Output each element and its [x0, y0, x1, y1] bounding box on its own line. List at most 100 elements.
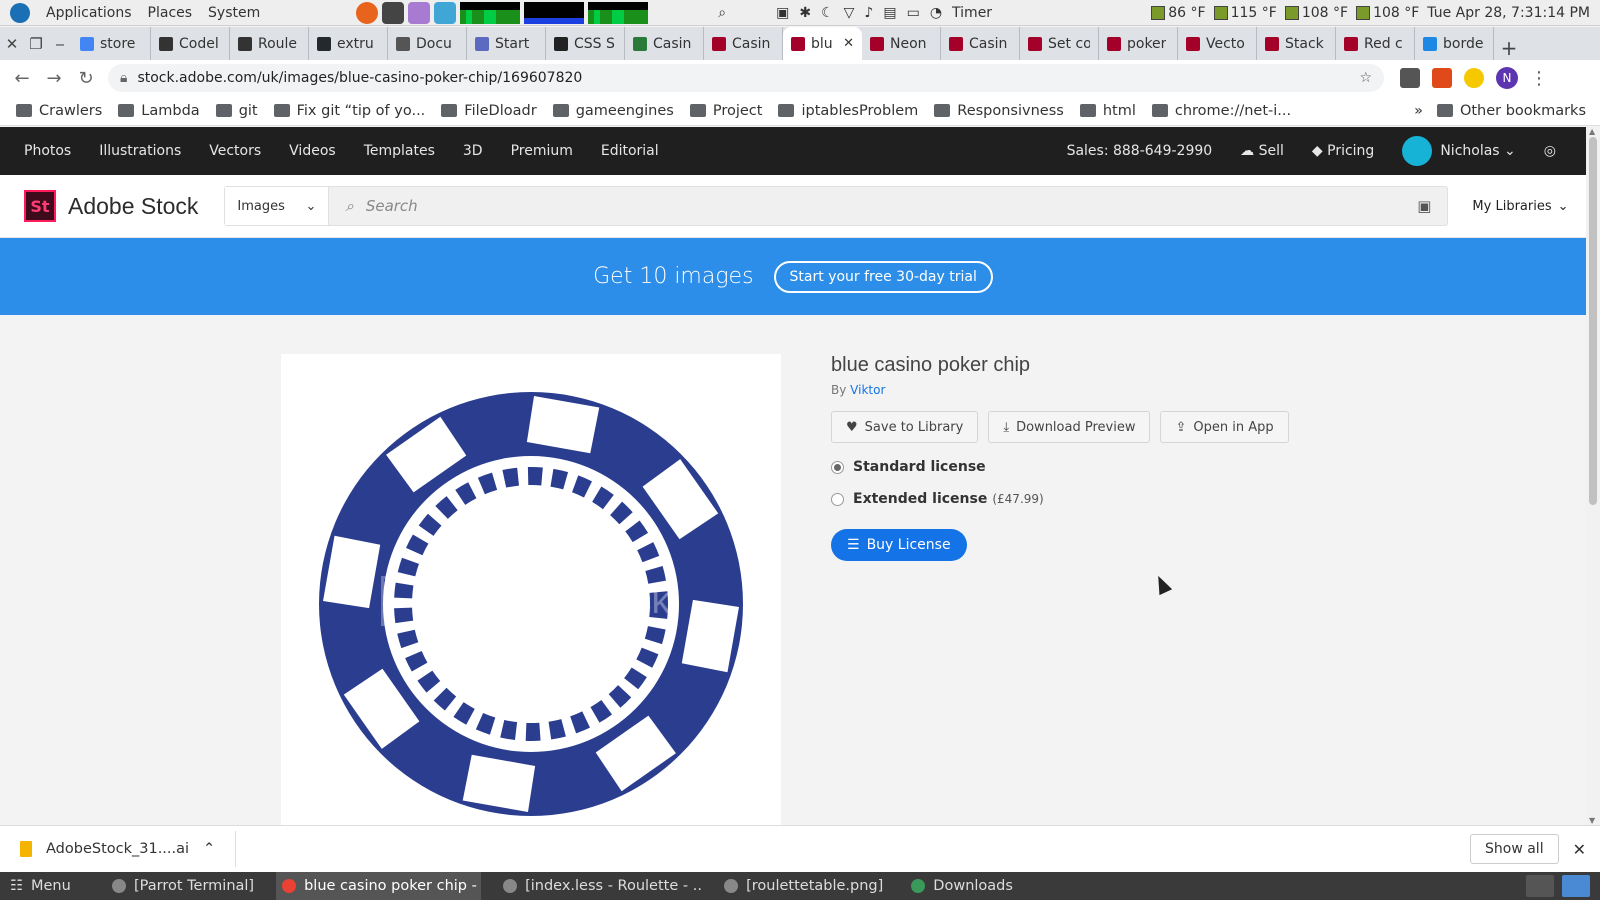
bookmark-item[interactable]: html	[1079, 103, 1136, 119]
close-shelf-icon[interactable]: ✕	[1573, 840, 1586, 859]
chevron-up-icon[interactable]: ⌃	[203, 841, 215, 857]
camera-search-icon[interactable]: ▣	[1417, 197, 1431, 215]
nav-vectors[interactable]: Vectors	[209, 143, 261, 159]
system-menu[interactable]: System	[208, 5, 260, 21]
back-icon[interactable]: ←	[6, 68, 38, 89]
page-scrollbar[interactable]: ▲ ▼	[1586, 127, 1600, 825]
display-icon[interactable]: ▭	[907, 5, 920, 21]
bookmark-item[interactable]: Crawlers	[16, 103, 102, 119]
workspace-1[interactable]	[1526, 875, 1554, 897]
standard-license-option[interactable]: Standard license	[831, 459, 1431, 475]
close-window-icon[interactable]: ✕	[0, 27, 24, 60]
open-in-app-button[interactable]: ⇪ Open in App	[1160, 411, 1289, 443]
scroll-down-icon[interactable]: ▼	[1589, 816, 1595, 825]
volume-icon[interactable]: ♪	[864, 5, 873, 21]
search-icon[interactable]: ⌕	[718, 5, 726, 21]
browser-tab[interactable]: Vecto	[1178, 27, 1257, 60]
browser-tab[interactable]: store	[72, 27, 151, 60]
taskbar-task[interactable]: [roulettetable.png]	[718, 872, 889, 900]
restore-window-icon[interactable]: ❐	[24, 27, 48, 60]
browser-tab[interactable]: Roule	[230, 27, 309, 60]
bookmark-item[interactable]: chrome://net-i...	[1151, 103, 1291, 119]
taskbar-task[interactable]: blue casino poker chip - ...	[276, 872, 482, 900]
extended-license-option[interactable]: Extended license (£47.99)	[831, 491, 1431, 507]
menu-dots-icon[interactable]: ⋮	[1530, 68, 1548, 89]
bookmark-item[interactable]: iptablesProblem	[778, 103, 918, 119]
office-extension-icon[interactable]	[1432, 68, 1452, 88]
taskbar-task[interactable]: [index.less - Roulette - ...	[497, 872, 702, 900]
browser-tab[interactable]: borde	[1415, 27, 1494, 60]
bookmark-item[interactable]: FileDloadr	[441, 103, 537, 119]
browser-tab[interactable]: Start	[467, 27, 546, 60]
browser-tab[interactable]: extru	[309, 27, 388, 60]
nav-3d[interactable]: 3D	[463, 143, 483, 159]
other-bookmarks[interactable]: Other bookmarks	[1436, 103, 1586, 119]
applications-menu[interactable]: Applications	[46, 5, 132, 21]
nav-premium[interactable]: Premium	[511, 143, 573, 159]
bookmark-item[interactable]: gameengines	[552, 103, 674, 119]
browser-tab[interactable]: poker	[1099, 27, 1178, 60]
minimize-window-icon[interactable]: ‒	[48, 27, 72, 60]
files-launcher-icon[interactable]	[434, 1, 457, 24]
bookmark-item[interactable]: Project	[689, 103, 762, 119]
browser-tab[interactable]: Docu	[388, 27, 467, 60]
scroll-up-icon[interactable]: ▲	[1589, 127, 1595, 136]
save-to-library-button[interactable]: ♥ Save to Library	[831, 411, 979, 443]
firefox-launcher-icon[interactable]	[356, 1, 379, 24]
url-field[interactable]: 🔒︎ stock.adobe.com/uk/images/blue-casino…	[108, 64, 1384, 92]
author-link[interactable]: Viktor	[850, 383, 885, 397]
forward-icon[interactable]: →	[38, 68, 70, 89]
new-tab-icon[interactable]: +	[1494, 36, 1524, 60]
browser-tab[interactable]: Stack	[1257, 27, 1336, 60]
yellow-extension-icon[interactable]	[1464, 68, 1484, 88]
bookmark-item[interactable]: git	[215, 103, 258, 119]
profile-avatar[interactable]: N	[1496, 67, 1518, 89]
terminal-launcher-icon[interactable]	[382, 1, 405, 24]
night-mode-icon[interactable]: ☾	[821, 5, 834, 21]
download-preview-button[interactable]: ⤓ Download Preview	[988, 411, 1151, 443]
sell-link[interactable]: ☁ Sell	[1240, 143, 1284, 159]
parrot-logo-icon[interactable]	[10, 2, 30, 23]
bookmark-item[interactable]: Lambda	[118, 103, 200, 119]
my-libraries-button[interactable]: My Libraries ⌄	[1472, 199, 1568, 214]
browser-tab[interactable]: Casin	[941, 27, 1020, 60]
start-menu[interactable]: ☷ Menu	[10, 878, 90, 894]
lock-icon[interactable]: 🔒︎	[120, 70, 127, 86]
taskbar-task[interactable]: Downloads	[905, 872, 1019, 900]
brand-name[interactable]: Adobe Stock	[68, 193, 198, 220]
standard-license-radio[interactable]	[831, 460, 844, 474]
adobe-stock-logo[interactable]: St	[24, 190, 56, 222]
nav-templates[interactable]: Templates	[364, 143, 435, 159]
bluetooth-icon[interactable]: ✱	[799, 5, 811, 21]
clipboard-icon[interactable]: ▤	[883, 5, 896, 21]
asset-type-dropdown[interactable]: Images ⌄	[225, 187, 330, 225]
search-input[interactable]: ⌕ Search	[345, 197, 1417, 215]
workspace-2[interactable]	[1562, 875, 1590, 897]
browser-tab[interactable]: Red c	[1336, 27, 1415, 60]
nav-editorial[interactable]: Editorial	[601, 143, 659, 159]
close-tab-icon[interactable]: ✕	[843, 36, 854, 51]
text-editor-launcher-icon[interactable]	[408, 1, 431, 24]
extended-license-radio[interactable]	[831, 492, 844, 506]
nav-illustrations[interactable]: Illustrations	[99, 143, 181, 159]
user-menu[interactable]: Nicholas ⌄	[1402, 136, 1516, 166]
nav-videos[interactable]: Videos	[289, 143, 336, 159]
download-filename[interactable]: AdobeStock_31....ai	[46, 841, 189, 857]
show-all-button[interactable]: Show all	[1470, 834, 1559, 864]
clock[interactable]: Tue Apr 28, 7:31:14 PM	[1427, 5, 1590, 21]
url-text[interactable]: stock.adobe.com/uk/images/blue-casino-po…	[137, 70, 582, 86]
preview-image[interactable]: Adobe Stock	[281, 354, 781, 825]
network-icon[interactable]: ▣	[776, 5, 789, 21]
bookmark-item[interactable]: Fix git “tip of yo...	[273, 103, 425, 119]
free-trial-button[interactable]: Start your free 30-day trial	[773, 260, 993, 293]
browser-tab[interactable]: Neon	[862, 27, 941, 60]
timer-label[interactable]: Timer	[952, 5, 992, 21]
pricing-link[interactable]: ◆ Pricing	[1312, 143, 1374, 159]
browser-tab[interactable]: Set co	[1020, 27, 1099, 60]
bookmark-star-icon[interactable]: ☆	[1359, 70, 1372, 86]
timer-icon[interactable]: ◔	[930, 5, 942, 21]
browser-tab[interactable]: Codel	[151, 27, 230, 60]
places-menu[interactable]: Places	[148, 5, 193, 21]
buy-license-button[interactable]: ☰ Buy License	[831, 529, 967, 561]
nav-photos[interactable]: Photos	[24, 143, 71, 159]
